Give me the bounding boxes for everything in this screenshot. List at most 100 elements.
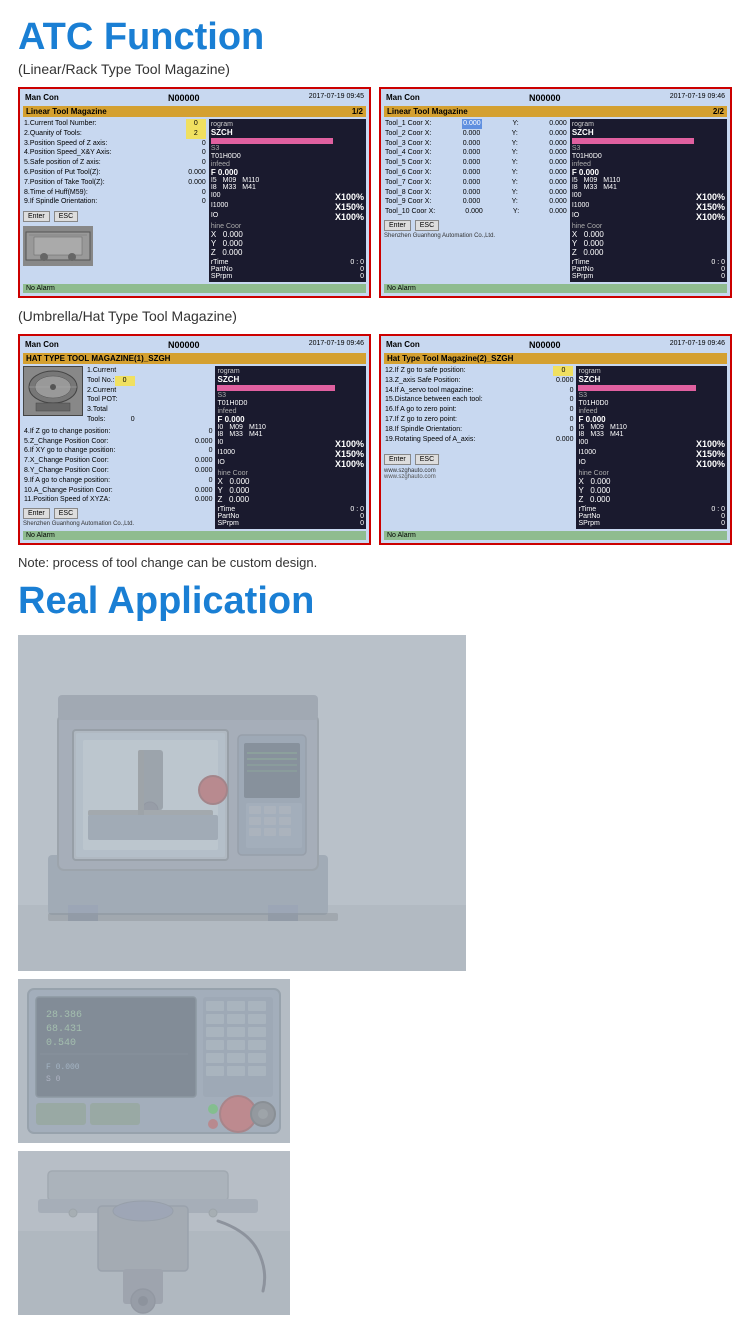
screen4-enter-button[interactable]: Enter [384, 454, 411, 465]
screen2-right: rogram SZCH S3 T01H0D0 infeed F 0.000 I5… [570, 119, 727, 282]
screen2-company: Shenzhen Guanhong Automation Co.,Ltd. [384, 233, 568, 239]
screen1-sprpm: 0 [360, 273, 364, 280]
screen4-title: Hat Type Tool Magazine(2)_SZGH [387, 354, 513, 363]
screen2-x-coord: X 0.000 [572, 230, 725, 239]
screen3-s3b: M33 [229, 431, 243, 438]
screen2-datetime: 2017-07-19 09:46 [670, 93, 725, 103]
screen2-partno-label: PartNo [572, 266, 594, 273]
screen2-esc-button[interactable]: ESC [415, 220, 439, 231]
screen1-prog-label: rogram [211, 121, 364, 128]
screen3-pct3: X100% [335, 459, 364, 469]
screen2-y-coord: Y 0.000 [572, 239, 725, 248]
control-panel-svg: 28.386 68.431 0.540 F 0.000 S 0 [18, 979, 290, 1143]
screen2-pct-row1: I00 X100% [572, 192, 725, 202]
screen2-z-coord: Z 0.000 [572, 248, 725, 257]
screen3-machine-thumb [23, 366, 83, 416]
screen4-status: No Alarm [384, 531, 727, 540]
screen2-speeds2: I8 M33 M41 [572, 184, 725, 191]
screen1-enter-button[interactable]: Enter [23, 211, 50, 222]
screen2-title-bar: Linear Tool Magazine 2/2 [384, 106, 727, 117]
screen1-header: Man Con N00000 2017-07-19 09:45 [23, 92, 366, 104]
screen1-right: rogram SZCH S3 T01H0D0 infeed F 0.000 I5… [209, 119, 366, 282]
screen4-pct1: X100% [696, 439, 725, 449]
screen3-partno: 0 [360, 513, 364, 520]
screen4-pct-row1: I00 X100% [578, 439, 725, 449]
screen2-title: Linear Tool Magazine [387, 107, 468, 116]
s3-p4: Tool POT: [86, 395, 136, 405]
param-row-1: 1.Current Tool Number:0 [23, 119, 207, 129]
tool1-row: Tool_1 Coor X:0.000 Y:0.000 [384, 119, 568, 129]
screen1-esc-button[interactable]: ESC [54, 211, 78, 222]
screen3-program: SZCH [217, 375, 364, 384]
screen4-x-coord: X 0.000 [578, 477, 725, 486]
svg-text:F 0.000: F 0.000 [46, 1063, 80, 1072]
screen2-sprpm-row: SPrpm 0 [572, 273, 725, 280]
atc-title: ATC Function [18, 16, 732, 59]
screen1-s3: M33 [223, 184, 237, 191]
screen3-sprpm: 0 [360, 520, 364, 527]
screen4-sprpm-label: SPrpm [578, 520, 599, 527]
screen4: Man Con N00000 2017-07-19 09:46 Hat Type… [379, 334, 732, 545]
tool10-row: Tool_10 Coor X:0.000 Y:0.000 [384, 207, 568, 217]
screen2-mode: Man Con [386, 93, 420, 103]
screen3-partno-label: PartNo [217, 513, 239, 520]
screen4-pct2: X150% [696, 449, 725, 459]
screen4-feed-label: infeed [578, 408, 725, 415]
screen1-body: 1.Current Tool Number:0 2.Quanity of Too… [23, 119, 366, 282]
screen1-machine-label: hine Coor [211, 223, 364, 230]
s3-p3: 2.Current [86, 386, 136, 396]
screen2-status: No Alarm [384, 284, 727, 293]
param-row-3: 3.Position Speed of Z axis:0 [23, 139, 207, 149]
screen2-tool-list: Tool_1 Coor X:0.000 Y:0.000 Tool_2 Coor … [384, 119, 568, 217]
screen1-s5: I5 [211, 177, 217, 184]
screen3-x-coord: X 0.000 [217, 477, 364, 486]
screen1-partno-row: PartNo 0 [211, 266, 364, 273]
screen4-header: Man Con N00000 2017-07-19 09:46 [384, 339, 727, 351]
screen3-mode: Man Con [25, 340, 59, 350]
screen3-y-coord: Y 0.000 [217, 486, 364, 495]
screen1-y-coord: Y 0.000 [211, 239, 364, 248]
screen4-time-label: rTime [578, 506, 596, 513]
screen1-time: 0 : 0 [350, 259, 364, 266]
screen3-speeds2: I8 M33 M41 [217, 431, 364, 438]
umbrella-subtitle: (Umbrella/Hat Type Tool Magazine) [18, 308, 732, 324]
screen1-title: Linear Tool Magazine [26, 107, 107, 116]
screen1-pct-row3: IO X100% [211, 212, 364, 222]
screen4-right: rogram SZCH S3 T01H0D0 infeed F 0.000 I5… [576, 366, 727, 529]
screen1-pct3: X100% [335, 212, 364, 222]
screen2-tool-code: T01H0D0 [572, 153, 725, 160]
screen4-datetime: 2017-07-19 09:46 [670, 340, 725, 350]
param-row-8: 8.Time of Huff(M59):0 [23, 188, 207, 198]
screen4-sprpm: 0 [721, 520, 725, 527]
screen2-left: Tool_1 Coor X:0.000 Y:0.000 Tool_2 Coor … [384, 119, 568, 282]
screen2-speeds: I5 M09 M110 [572, 177, 725, 184]
screen3-z-coord: Z 0.000 [217, 495, 364, 504]
umbrella-screens-row: Man Con N00000 2017-07-19 09:46 HAT TYPE… [18, 334, 732, 545]
screen2-partno-row: PartNo 0 [572, 266, 725, 273]
screen3-header: Man Con N00000 2017-07-19 09:46 [23, 339, 366, 351]
screen1-s1: M09 [223, 177, 237, 184]
screen1-datetime: 2017-07-19 09:45 [309, 93, 364, 103]
screen1-ncode: N00000 [59, 93, 309, 103]
screen3-feed: F 0.000 [217, 415, 364, 424]
screen4-mode: Man Con [386, 340, 420, 350]
screen3-progress-bar [217, 385, 334, 391]
right-images-col: 28.386 68.431 0.540 F 0.000 S 0 [18, 979, 290, 1315]
s4-p1: 12.If Z go to safe position:0 [384, 366, 574, 376]
tool4-row: Tool_4 Coor X:0.000 Y:0.000 [384, 148, 568, 158]
s3-p10: 7.X_Change Position Coor:0.000 [23, 456, 213, 466]
screen3-pct2-label: I1000 [217, 449, 235, 459]
screen2-enter-button[interactable]: Enter [384, 220, 411, 231]
screen3-time-label: rTime [217, 506, 235, 513]
screen3-enter-button[interactable]: Enter [23, 508, 50, 519]
screen3-esc-button[interactable]: ESC [54, 508, 78, 519]
s4-p3: 14.If A_servo tool magazine:0 [384, 386, 574, 396]
screen4-body: 12.If Z go to safe position:0 13.Z_axis … [384, 366, 727, 529]
screen4-esc-button[interactable]: ESC [415, 454, 439, 465]
screen3-pct3-label: IO [217, 459, 224, 469]
screen2-machine-label: hine Coor [572, 223, 725, 230]
screen4-y-coord: Y 0.000 [578, 486, 725, 495]
screen4-machine-label: hine Coor [578, 470, 725, 477]
screen1-time-label: rTime [211, 259, 229, 266]
tool7-row: Tool_7 Coor X:0.000 Y:0.000 [384, 178, 568, 188]
